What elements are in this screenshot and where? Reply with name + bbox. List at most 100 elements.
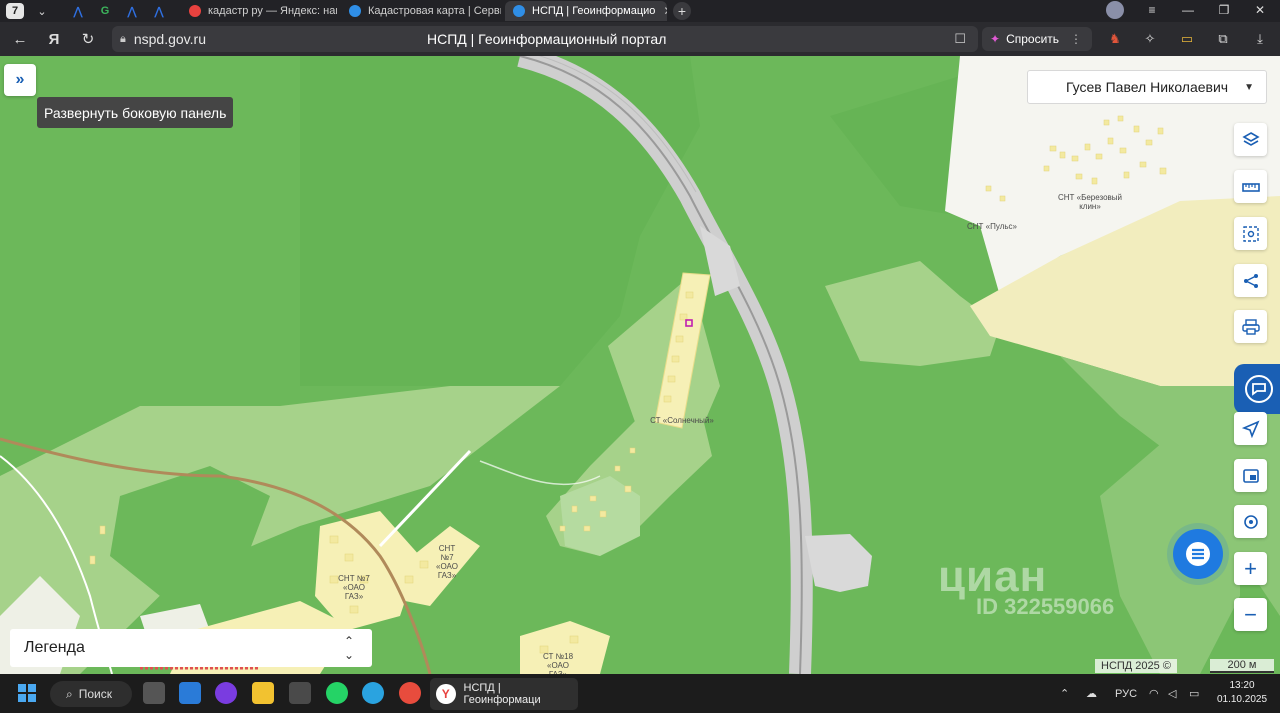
label-snt-puls: СНТ «Пульс» (967, 222, 1017, 231)
browser-toolbar: ← Я ↻ 🔒︎ nspd.gov.ru НСПД | Геоинформаци… (0, 22, 1280, 56)
expand-sidebar-button[interactable]: » (4, 64, 36, 96)
label-st-18: СТ №18 «ОАО ГАЗ» (542, 652, 574, 674)
label-snt-7-right: СНТ №7 «ОАО ГАЗ» (436, 544, 458, 580)
active-window-title: НСПД | Геоинформаци (463, 682, 541, 706)
chat-button[interactable] (1173, 529, 1223, 579)
legend-label: Легенда (24, 639, 85, 656)
scale-bar: 200 м (1210, 659, 1274, 673)
search-label: Поиск (78, 687, 112, 701)
calculator-icon[interactable] (289, 682, 311, 704)
taskbar-search[interactable]: ⌕ Поиск (50, 681, 132, 707)
search-icon: ⌕ (66, 686, 73, 701)
share-icon (1243, 273, 1258, 288)
clock-date: 01.10.2025 (1216, 694, 1268, 705)
pinned-tab-2-icon[interactable]: G (93, 2, 117, 20)
extension-1-icon[interactable]: ♞ (1106, 31, 1124, 47)
show-hidden-icons[interactable]: ⌃ (1060, 674, 1069, 713)
layers-icon (1241, 131, 1260, 146)
expand-sidebar-tooltip: Развернуть боковую панель (37, 97, 234, 128)
print-button[interactable] (1234, 310, 1267, 343)
language-indicator[interactable]: РУС (1115, 674, 1137, 713)
yandex-home-icon[interactable]: Я (40, 25, 68, 53)
zoom-out-button[interactable]: − (1234, 598, 1267, 631)
downloads-icon[interactable]: ⤓ (1251, 31, 1269, 47)
map-canvas[interactable]: СНТ «Березовый клин» СНТ «Пульс» СТ «Сол… (0, 56, 1280, 674)
cian-watermark: циан ID 322559066 (938, 552, 1114, 620)
navigate-button[interactable] (1234, 412, 1267, 445)
measure-button[interactable] (1234, 170, 1267, 203)
chrome-icon[interactable] (399, 682, 421, 704)
pinned-tab-1-icon[interactable]: ⋀ (66, 2, 90, 20)
alice-icon[interactable] (215, 682, 237, 704)
whatsapp-icon[interactable] (326, 682, 348, 704)
telegram-icon[interactable] (362, 682, 384, 704)
tabs-dropdown-icon[interactable]: ⌄ (30, 2, 54, 20)
collections-icon[interactable]: ⧉ (1214, 31, 1232, 47)
share-button[interactable] (1234, 264, 1267, 297)
url-text: nspd.gov.ru (133, 31, 206, 47)
feedback-button[interactable] (1234, 364, 1280, 414)
more-icon[interactable]: ⋮ (1070, 32, 1082, 46)
clock-time: 13:20 (1229, 680, 1255, 691)
legend-panel[interactable]: Легенда ⌃ ⌄ (10, 629, 372, 667)
system-clock[interactable]: 13:20 01.10.2025 (1212, 679, 1272, 707)
label-snt-berezovy: СНТ «Березовый клин» (1057, 193, 1123, 211)
tab-nspd[interactable]: НСПД | Геоинформацио ✕ (505, 1, 667, 21)
battery-icon[interactable]: ▭ (1189, 674, 1199, 713)
user-selector[interactable]: Гусев Павел Николаевич ▼ (1027, 70, 1267, 104)
restore-icon[interactable]: ❐ (1209, 0, 1239, 20)
ask-ai-button[interactable]: ✦ Спросить ⋮ (982, 27, 1092, 51)
minimap-icon (1242, 468, 1259, 483)
weather-icon[interactable]: ☁ (1086, 674, 1097, 713)
task-view-icon[interactable] (143, 682, 165, 704)
minimize-icon[interactable]: — (1173, 0, 1203, 20)
map-tab-icon (349, 5, 361, 17)
printer-icon (1241, 318, 1260, 335)
photos-icon[interactable] (179, 682, 201, 704)
back-icon[interactable]: ← (6, 25, 34, 53)
file-explorer-icon[interactable] (252, 682, 274, 704)
label-st-solnechny: СТ «Солнечный» (650, 416, 714, 425)
chat-icon (1186, 542, 1210, 566)
navigation-arrow-icon (1241, 419, 1260, 438)
layers-button[interactable] (1234, 123, 1267, 156)
wifi-icon[interactable]: ◠ (1149, 674, 1159, 713)
pinned-tab-3-icon[interactable]: ⋀ (120, 2, 144, 20)
label-snt-7-left: СНТ №7 «ОАО ГАЗ» (338, 574, 370, 601)
pinned-tab-4-icon[interactable]: ⋀ (147, 2, 171, 20)
locate-icon (1243, 514, 1258, 529)
select-area-button[interactable] (1234, 217, 1267, 250)
browser-tab-strip: 7 ⌄ ⋀ G ⋀ ⋀ кадастр ру — Яндекс: нашл Ка… (0, 0, 1280, 22)
start-icon[interactable] (16, 682, 38, 704)
profile-avatar[interactable] (1100, 0, 1130, 20)
tab-label: Кадастровая карта | Серви (368, 5, 501, 17)
feedback-icon (1245, 375, 1273, 403)
tab-count-badge: 7 (6, 3, 24, 19)
tab-yandex-search[interactable]: кадастр ру — Яндекс: нашл (181, 1, 337, 21)
ruler-icon (1241, 182, 1260, 192)
windows-taskbar: ⌕ Поиск Y НСПД | Геоинформаци ⌃ ☁ РУС ◠ … (0, 674, 1280, 713)
new-tab-button[interactable]: + (673, 2, 691, 20)
address-bar[interactable]: 🔒︎ nspd.gov.ru НСПД | Геоинформационный … (112, 26, 978, 52)
reload-icon[interactable]: ↻ (74, 25, 102, 53)
zoom-in-button[interactable]: + (1234, 552, 1267, 585)
yandex-icon (189, 5, 201, 17)
extensions-icon[interactable]: ✧ (1141, 31, 1159, 47)
volume-icon[interactable]: ◁ (1168, 674, 1176, 713)
nspd-icon (513, 5, 525, 17)
bookmark-icon[interactable]: ☐ (954, 31, 966, 47)
tab-cadastral-map[interactable]: Кадастровая карта | Серви (341, 1, 501, 21)
minimap-button[interactable] (1234, 459, 1267, 492)
close-window-icon[interactable]: ✕ (1245, 0, 1275, 20)
page-title: НСПД | Геоинформационный портал (427, 31, 667, 47)
browser-menu-icon[interactable]: ≡ (1137, 0, 1167, 20)
expand-collapse-icon[interactable]: ⌃ ⌄ (344, 634, 354, 662)
lock-icon: 🔒︎ (120, 32, 126, 45)
watermark-id: ID 322559066 (976, 594, 1115, 619)
battery-saver-icon[interactable]: ▭ (1178, 31, 1196, 47)
taskbar-active-window[interactable]: Y НСПД | Геоинформаци (430, 678, 578, 710)
tab-counter[interactable]: 7 (3, 2, 27, 20)
locate-button[interactable] (1234, 505, 1267, 538)
tab-label: НСПД | Геоинформацио (532, 5, 656, 17)
close-tab-icon[interactable]: ✕ (663, 4, 667, 18)
